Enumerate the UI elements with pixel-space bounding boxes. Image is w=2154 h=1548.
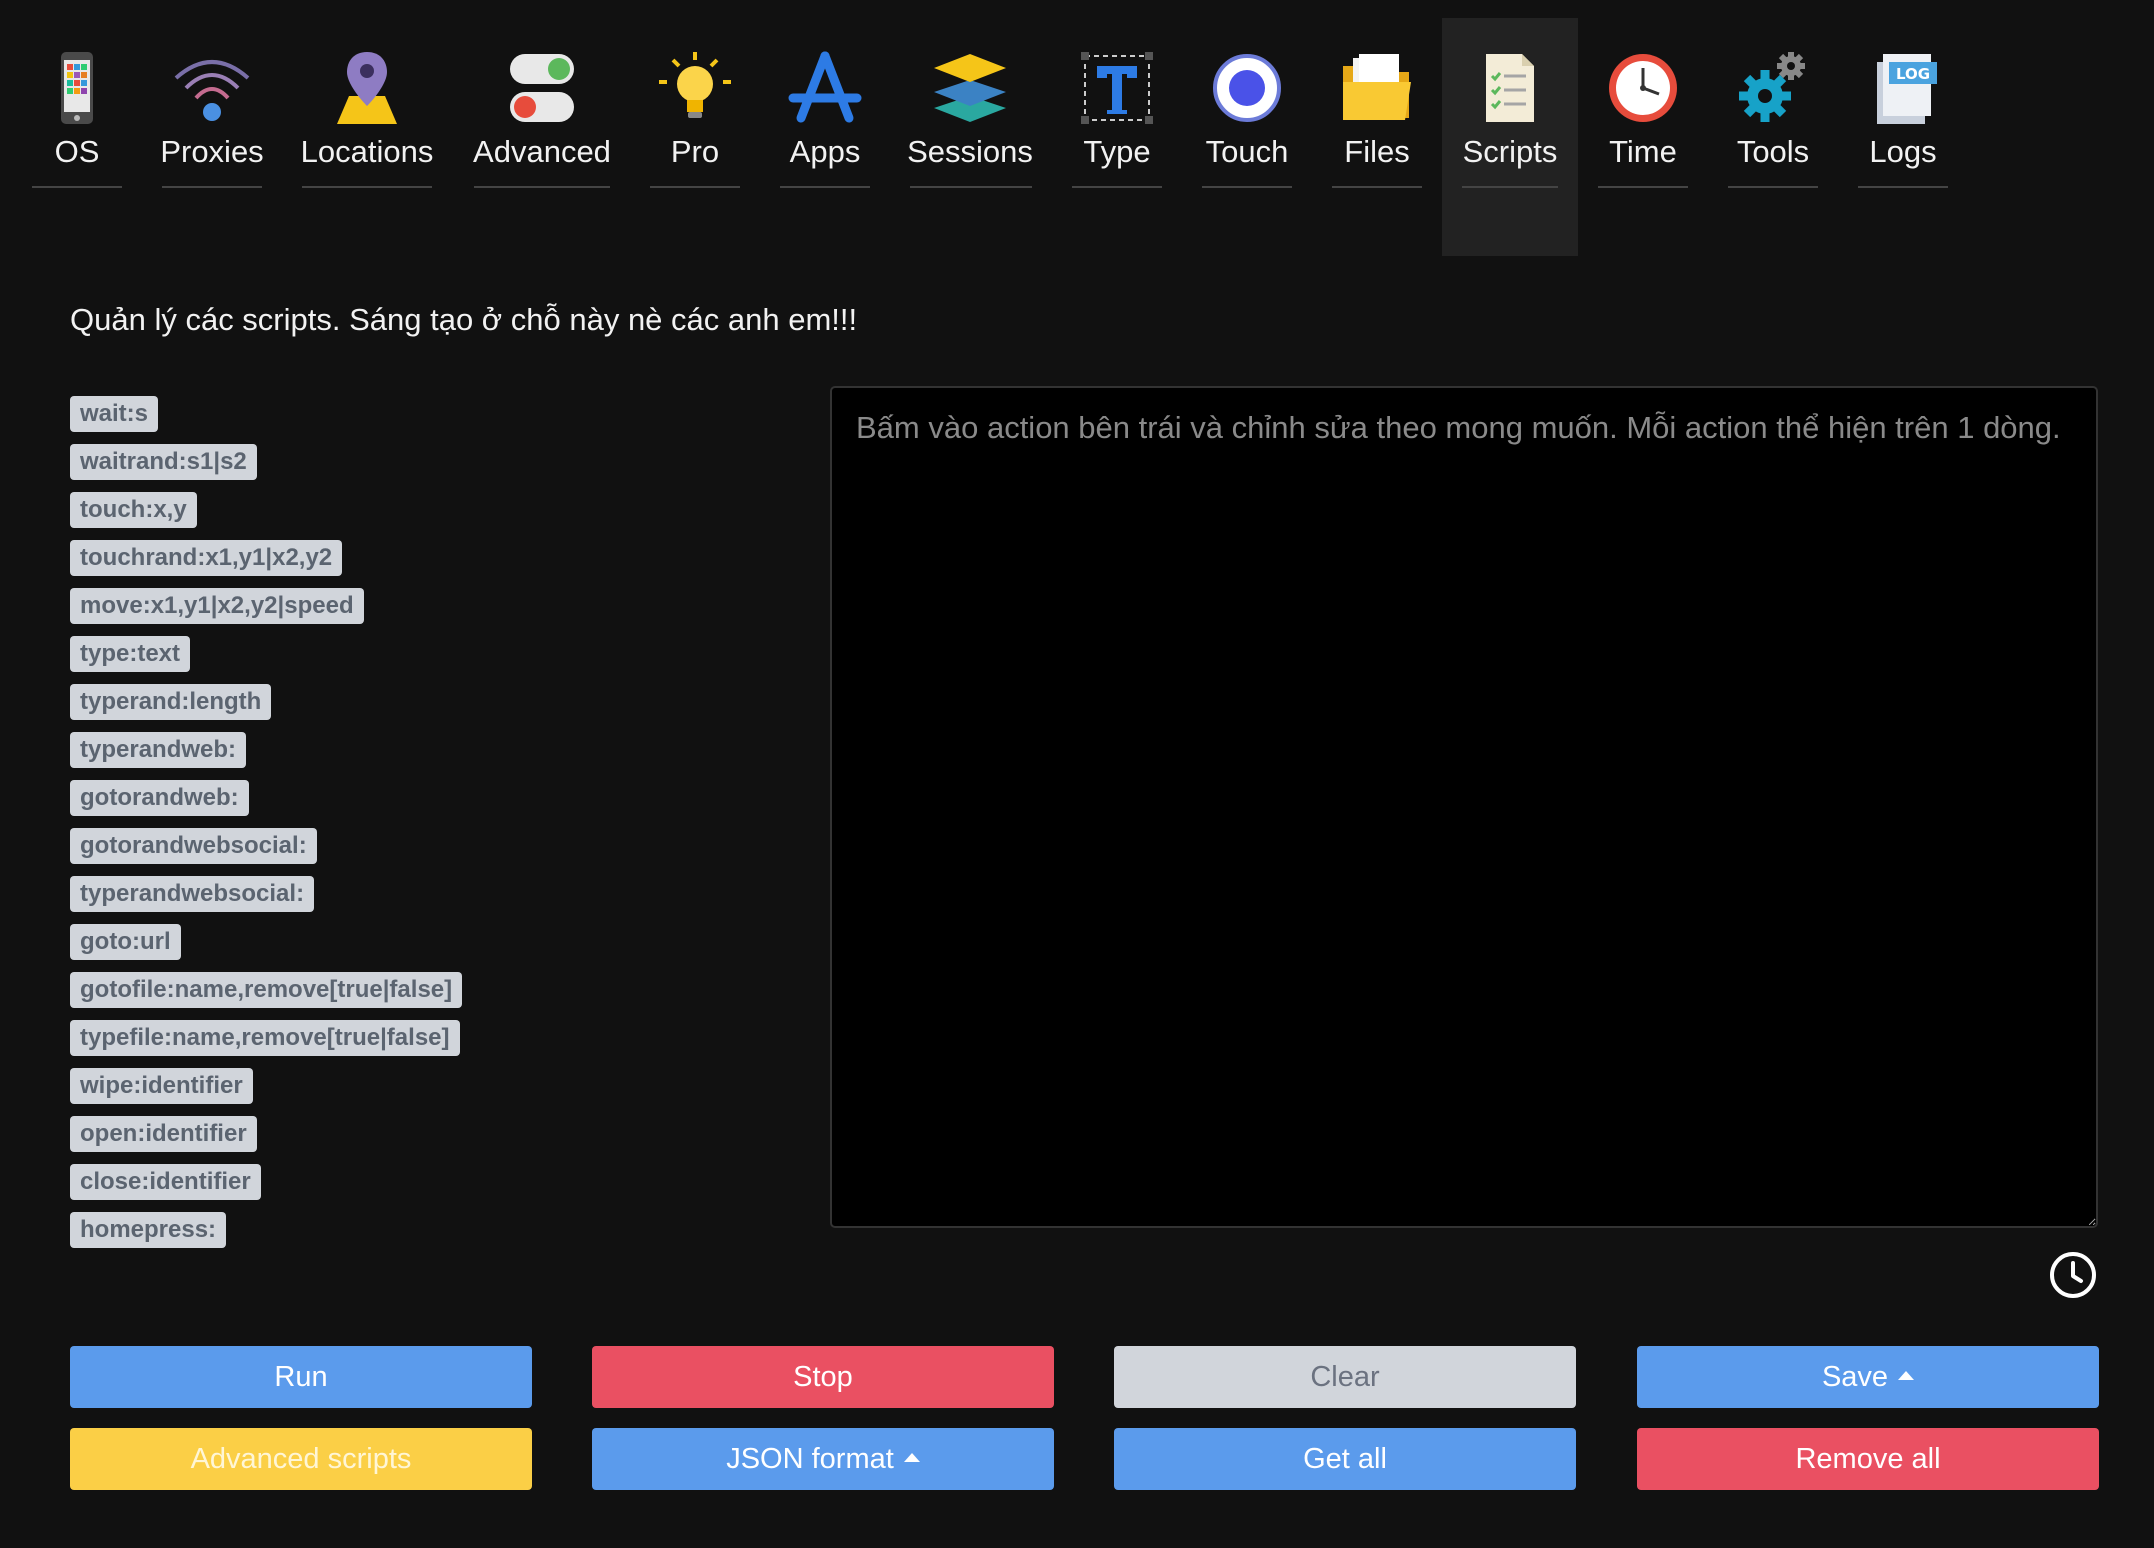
nav-item-locations[interactable]: Locations	[300, 18, 434, 256]
nav-divider	[780, 186, 870, 188]
nav-label-locations: Locations	[300, 134, 434, 169]
get-all-button[interactable]: Get all	[1114, 1428, 1576, 1490]
action-tag-touch[interactable]: touch:x,y	[70, 492, 197, 528]
json-format-label: JSON format	[726, 1442, 894, 1475]
nav-divider	[1332, 186, 1422, 188]
nav-item-sessions[interactable]: Sessions	[906, 18, 1034, 256]
nav-label-tools: Tools	[1736, 134, 1810, 169]
action-tag-typefile[interactable]: typefile:name,remove[true|false]	[70, 1020, 460, 1056]
action-tag-goto[interactable]: goto:url	[70, 924, 181, 960]
json-format-dropdown-button[interactable]: JSON format	[592, 1428, 1054, 1490]
action-tag-waitrand[interactable]: waitrand:s1|s2	[70, 444, 257, 480]
nav-label-apps: Apps	[789, 134, 861, 169]
nav-divider	[302, 186, 432, 188]
nav-item-type[interactable]: Type	[1070, 18, 1164, 256]
log-file-icon: LOG	[1863, 48, 1943, 128]
advanced-scripts-label: Advanced scripts	[190, 1442, 412, 1475]
app-store-icon	[785, 48, 865, 128]
nav-label-touch: Touch	[1205, 134, 1289, 169]
script-editor[interactable]	[830, 386, 2098, 1228]
action-tag-wait[interactable]: wait:s	[70, 396, 159, 432]
nav-label-advanced: Advanced	[473, 134, 611, 169]
action-tag-wipe[interactable]: wipe:identifier	[70, 1068, 253, 1104]
nav-divider	[1072, 186, 1162, 188]
page-description: Quản lý các scripts. Sáng tạo ở chỗ này …	[70, 302, 858, 337]
save-dropdown-button[interactable]: Save	[1637, 1346, 2099, 1408]
history-clock-icon[interactable]	[2048, 1250, 2098, 1300]
run-button-label: Run	[274, 1360, 328, 1393]
action-tag-gotorandwebsocial[interactable]: gotorandwebsocial:	[70, 828, 317, 864]
nav-divider	[910, 186, 1032, 188]
caret-up-icon	[903, 1452, 920, 1462]
location-pin-icon	[327, 48, 407, 128]
text-type-icon	[1077, 48, 1157, 128]
clear-button-label: Clear	[1310, 1360, 1380, 1393]
nav-item-tools[interactable]: Tools	[1726, 18, 1820, 256]
checklist-document-icon	[1470, 48, 1550, 128]
action-tag-type[interactable]: type:text	[70, 636, 191, 672]
nav-item-touch[interactable]: Touch	[1200, 18, 1294, 256]
advanced-scripts-button[interactable]: Advanced scripts	[70, 1428, 532, 1490]
nav-label-os: OS	[54, 134, 100, 169]
nav-item-os[interactable]: OS	[30, 18, 124, 256]
gears-icon	[1733, 48, 1813, 128]
nav-item-advanced[interactable]: Advanced	[472, 18, 612, 256]
wifi-icon	[172, 48, 252, 128]
nav-divider	[162, 186, 262, 188]
action-tag-typerandweb[interactable]: typerandweb:	[70, 732, 247, 768]
phone-icon	[37, 48, 117, 128]
nav-item-time[interactable]: Time	[1596, 18, 1690, 256]
nav-item-proxies[interactable]: Proxies	[160, 18, 264, 256]
action-tag-close[interactable]: close:identifier	[70, 1164, 261, 1200]
action-tag-move[interactable]: move:x1,y1|x2,y2|speed	[70, 588, 364, 624]
nav-label-type: Type	[1083, 134, 1151, 169]
nav-divider	[32, 186, 122, 188]
nav-item-apps[interactable]: Apps	[778, 18, 872, 256]
action-tag-homepress[interactable]: homepress:	[70, 1212, 227, 1248]
nav-item-pro[interactable]: Pro	[648, 18, 742, 256]
stop-button[interactable]: Stop	[592, 1346, 1054, 1408]
folder-icon	[1337, 48, 1417, 128]
nav-divider	[474, 186, 610, 188]
nav-item-scripts[interactable]: Scripts	[1442, 18, 1578, 256]
caret-up-icon	[1898, 1370, 1915, 1380]
nav-label-sessions: Sessions	[907, 134, 1033, 169]
nav-divider	[1728, 186, 1818, 188]
action-tag-open[interactable]: open:identifier	[70, 1116, 257, 1152]
nav-item-logs[interactable]: LOG Logs	[1856, 18, 1950, 256]
touch-circle-icon	[1207, 48, 1287, 128]
nav-label-logs: Logs	[1869, 134, 1937, 169]
svg-text:LOG: LOG	[1896, 65, 1930, 83]
run-button[interactable]: Run	[70, 1346, 532, 1408]
nav-divider	[1202, 186, 1292, 188]
clock-icon	[1603, 48, 1683, 128]
get-all-label: Get all	[1303, 1442, 1387, 1475]
nav-label-pro: Pro	[670, 134, 720, 169]
clear-button[interactable]: Clear	[1114, 1346, 1576, 1408]
nav-label-files: Files	[1344, 134, 1410, 169]
remove-all-label: Remove all	[1795, 1442, 1941, 1475]
layers-icon	[930, 48, 1010, 128]
action-tag-typerandwebsocial[interactable]: typerandwebsocial:	[70, 876, 315, 912]
nav-divider	[1462, 186, 1558, 188]
nav-divider	[650, 186, 740, 188]
nav-label-scripts: Scripts	[1462, 134, 1558, 169]
top-navigation: OS Proxies Locations Advanced Pro Apps S…	[0, 0, 2154, 260]
remove-all-button[interactable]: Remove all	[1637, 1428, 2099, 1490]
nav-item-files[interactable]: Files	[1330, 18, 1424, 256]
lightbulb-icon	[655, 48, 735, 128]
nav-label-time: Time	[1609, 134, 1677, 169]
toggle-icon	[502, 48, 582, 128]
action-tag-typerand[interactable]: typerand:length	[70, 684, 272, 720]
save-button-label: Save	[1821, 1360, 1889, 1393]
stop-button-label: Stop	[793, 1360, 853, 1393]
action-tag-gotorandweb[interactable]: gotorandweb:	[70, 780, 249, 816]
nav-divider	[1598, 186, 1688, 188]
action-tag-gotofile[interactable]: gotofile:name,remove[true|false]	[70, 972, 463, 1008]
nav-label-proxies: Proxies	[160, 134, 264, 169]
nav-divider	[1858, 186, 1948, 188]
action-tag-touchrand[interactable]: touchrand:x1,y1|x2,y2	[70, 540, 343, 576]
